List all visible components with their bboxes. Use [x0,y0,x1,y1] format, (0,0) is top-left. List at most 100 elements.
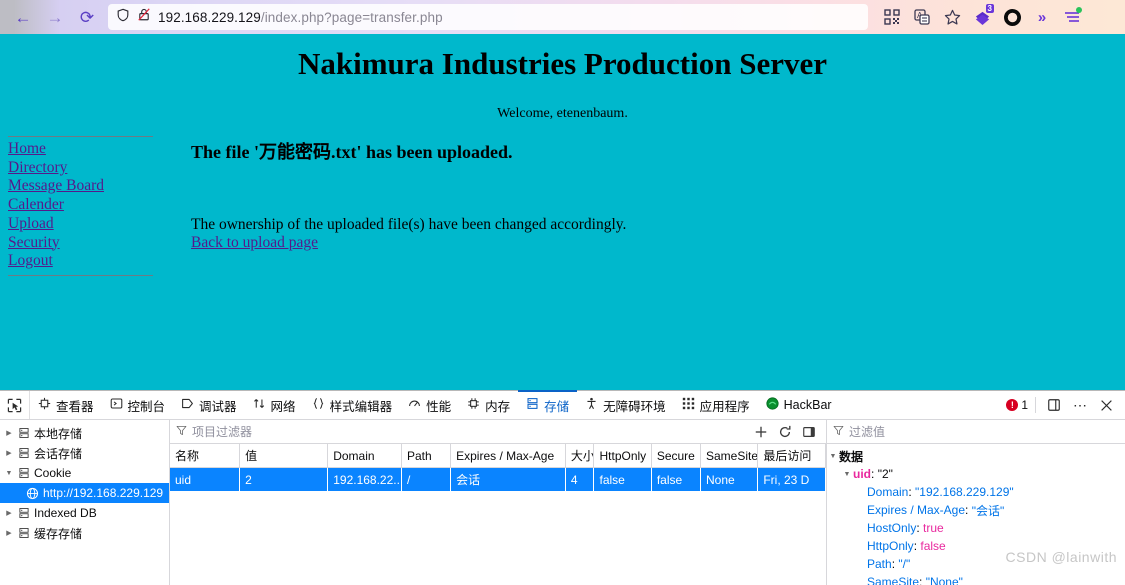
tree-item-cookie-origin[interactable]: http://192.168.229.129 [0,483,169,503]
tab-memory[interactable]: 内存 [459,391,518,419]
prop-key: HostOnly [867,521,917,535]
col-name[interactable]: 名称 [170,444,241,468]
storage-tree: ▶ 本地存储 ▶ 会话存储 ▼ Cookie http://192.168.22… [0,420,170,585]
extension-icon[interactable]: 3 [968,3,996,31]
qr-code-icon[interactable] [878,3,906,31]
address-bar[interactable]: 192.168.229.129/index.php?page=transfer.… [108,4,868,30]
cookie-table-pane: 项目过滤器 名称 值 Domain Path Expires / Max-Age… [170,420,826,585]
tab-hackbar[interactable]: HackBar [758,391,840,419]
hamburger-menu-icon[interactable] [1058,3,1086,31]
close-icon[interactable] [1095,394,1117,416]
col-domain[interactable]: Domain [327,444,402,468]
nav-divider-bottom [8,274,153,276]
tab-network[interactable]: 网络 [245,391,304,419]
navigation-buttons: ← → ⟳ [0,2,102,32]
nav-link-security[interactable]: Security [8,234,153,253]
chevron-right-icon[interactable]: ▶ [4,429,14,437]
tab-application[interactable]: 应用程序 [674,391,758,419]
tab-accessibility[interactable]: 无障碍环境 [577,391,674,419]
nav-divider-top [8,136,153,137]
value-tree-root[interactable]: ▼ 数据 [827,447,1125,465]
more-options-icon[interactable]: ⋯ [1069,394,1091,416]
circle-extension-icon[interactable] [998,3,1026,31]
devtools-panel: 查看器 控制台 调试器 网络 样式编辑器 性能 内存 存储 无障碍环境 应用程序… [0,390,1125,585]
prop-value: "192.168.229.129" [915,485,1014,499]
prop-value: "None" [925,575,963,585]
chevron-right-icon[interactable]: ▶ [4,509,14,517]
cookie-filter-input[interactable]: 项目过滤器 [192,423,749,440]
sidebar-toggle-icon[interactable] [802,425,816,439]
tree-item-label: 本地存储 [34,426,83,441]
star-icon[interactable] [938,3,966,31]
chevron-down-icon[interactable]: ▼ [827,453,839,460]
toolbar-icons: A 3 » [878,3,1092,31]
back-to-upload-link[interactable]: Back to upload page [191,234,318,251]
extension-badge-count: 3 [985,4,994,13]
nav-link-directory[interactable]: Directory [8,159,153,178]
database-icon [18,467,30,479]
value-tree-node[interactable]: ▼ uid: "2" [827,465,1125,483]
value-prop-expires: Expires / Max-Age: "会话" [867,503,1005,518]
error-count-badge[interactable]: ! 1 [1006,398,1028,412]
prop-value: false [920,539,946,553]
col-httponly[interactable]: HttpOnly [593,444,652,468]
inspector-icon [38,397,51,413]
network-icon [253,397,266,413]
devtools-tabbar: 查看器 控制台 调试器 网络 样式编辑器 性能 内存 存储 无障碍环境 应用程序… [0,390,1125,420]
back-button[interactable]: ← [8,2,38,32]
tree-item-label: 会话存储 [34,446,83,461]
value-filter-input[interactable]: 过滤值 [849,423,1119,440]
col-size[interactable]: 大小 [565,444,595,468]
tab-style-editor[interactable]: 样式编辑器 [304,391,401,419]
col-secure[interactable]: Secure [651,444,701,468]
tab-storage[interactable]: 存储 [518,390,578,419]
shield-icon[interactable] [116,8,130,27]
tab-inspector[interactable]: 查看器 [30,391,102,419]
tree-item-session-storage[interactable]: ▶ 会话存储 [0,443,169,463]
dock-panel-icon[interactable] [1043,394,1065,416]
nav-link-upload[interactable]: Upload [8,215,153,234]
chevron-down-icon[interactable]: ▼ [4,470,14,477]
tab-debugger[interactable]: 调试器 [173,391,245,419]
translate-icon[interactable]: A [908,3,936,31]
refresh-icon[interactable] [778,425,792,439]
element-picker-icon[interactable] [0,391,30,419]
tree-item-indexed-db[interactable]: ▶ Indexed DB [0,503,169,523]
tree-item-cookie[interactable]: ▼ Cookie [0,463,169,483]
nav-link-logout[interactable]: Logout [8,252,153,271]
cookie-table: 名称 值 Domain Path Expires / Max-Age 大小 Ht… [170,444,826,491]
tab-label: 样式编辑器 [329,399,393,414]
cell-value: 2 [239,467,329,491]
broken-lock-icon[interactable] [137,7,151,27]
cell-name: uid [170,467,241,491]
chevron-down-icon[interactable]: ▼ [841,471,853,478]
prop-key: Path [867,557,892,571]
nav-link-calender[interactable]: Calender [8,196,153,215]
table-row[interactable]: uid 2 192.168.22... / 会话 4 false false N… [170,467,826,491]
devtools-toolbar-right: ! 1 ⋯ [1006,391,1125,419]
database-icon [18,427,30,439]
error-icon: ! [1006,399,1019,411]
nav-link-message-board[interactable]: Message Board [8,177,153,196]
tab-performance[interactable]: 性能 [400,391,459,419]
col-last-accessed[interactable]: 最后访问 [757,444,826,468]
col-expires[interactable]: Expires / Max-Age [450,444,566,468]
update-available-dot [1076,7,1082,13]
url-text: 192.168.229.129/index.php?page=transfer.… [158,10,443,25]
forward-button[interactable]: → [40,2,70,32]
cell-expires: 会话 [450,467,566,491]
tab-console[interactable]: 控制台 [102,391,174,419]
col-samesite[interactable]: SameSite [700,444,759,468]
tree-item-local-storage[interactable]: ▶ 本地存储 [0,423,169,443]
value-prop-hostonly: HostOnly: true [867,521,944,535]
reload-button[interactable]: ⟳ [72,2,102,32]
col-path[interactable]: Path [401,444,452,468]
nav-link-home[interactable]: Home [8,140,153,159]
tree-item-label: http://192.168.229.129 [43,486,164,500]
chevron-right-icon[interactable]: ▶ [4,529,14,537]
chevron-right-icon[interactable]: ▶ [4,449,14,457]
overflow-chevron-icon[interactable]: » [1028,3,1056,31]
tree-item-cache-storage[interactable]: ▶ 缓存存储 [0,523,169,543]
col-value[interactable]: 值 [239,444,329,468]
plus-icon[interactable] [754,425,768,439]
